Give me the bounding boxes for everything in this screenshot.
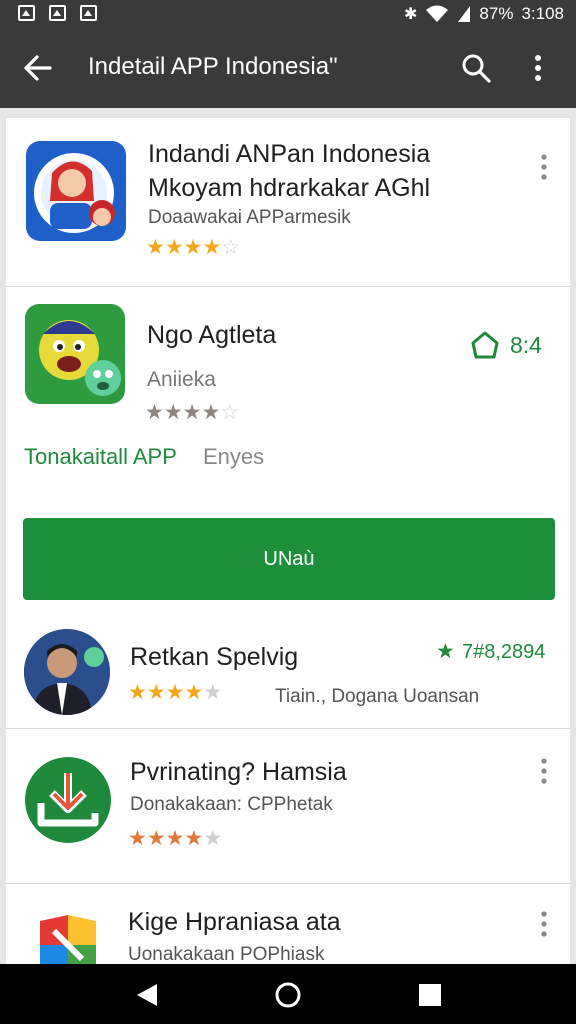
install-button[interactable]: UNaù: [23, 518, 555, 600]
app-title: Pvrinating? Hamsia: [130, 758, 347, 786]
app-title: Kige Hpraniasa ata: [128, 908, 341, 936]
search-icon[interactable]: [460, 52, 492, 84]
divider: [6, 286, 570, 287]
app-developer: Uonakakaan POPhiask: [128, 944, 325, 964]
rating-stars: ★★★★☆: [145, 401, 240, 424]
app-title-line2: Mkoyam hdrarkakar AGhl: [148, 174, 431, 202]
nav-home-icon[interactable]: [274, 981, 302, 1009]
app-meta: Tiain., Dogana Uoansan: [275, 686, 480, 707]
app-icon: [25, 304, 125, 404]
tag-secondary: Enyes: [203, 444, 265, 469]
image-notification-icon: [18, 5, 35, 21]
page-title: Indetail APP Indonesia": [88, 53, 338, 80]
app-icon: [34, 911, 102, 964]
rating-stars: ★★★★☆: [146, 236, 241, 259]
more-vert-icon[interactable]: [526, 52, 550, 84]
status-indicators: ✱ 87% 3:108: [404, 4, 564, 24]
signal-icon: [458, 6, 471, 22]
app-developer: Donakakaan: CPPhetak: [130, 794, 333, 815]
more-vert-icon[interactable]: [534, 909, 554, 939]
app-title: Retkan Spelvig: [130, 643, 299, 671]
app-icon: [26, 141, 126, 241]
rating-stars: ★★★★★: [128, 827, 223, 850]
image-notification-icon: [49, 5, 66, 21]
app-title: Indandi ANPan Indonesia: [148, 140, 431, 168]
clock: 3:108: [521, 4, 564, 23]
app-list: Indandi ANPan Indonesia Mkoyam hdrarkaka…: [0, 108, 576, 964]
navigation-bar: [0, 964, 576, 1024]
nav-back-icon[interactable]: [135, 982, 159, 1008]
app-title: Ngo Agtleta: [147, 321, 277, 349]
download-icon: [25, 757, 111, 843]
nav-recents-icon[interactable]: [419, 984, 441, 1006]
battery-level: 87%: [479, 4, 514, 23]
star-icon: ★: [436, 640, 455, 663]
app-icon: [24, 629, 110, 715]
notification-icons: [18, 5, 97, 21]
wifi-icon: [426, 5, 449, 22]
app-score: 7#8,2894: [462, 641, 546, 663]
image-notification-icon: [80, 5, 97, 21]
badge-value: 8:4: [510, 332, 542, 358]
tag-primary[interactable]: Tonakaitall APP: [24, 444, 177, 470]
divider: [6, 883, 570, 884]
divider: [6, 728, 570, 729]
store-badge-icon: [471, 331, 499, 359]
app-developer: Aniieka: [147, 368, 216, 391]
app-bar: Indetail APP Indonesia": [0, 28, 576, 108]
status-bar: ✱ 87% 3:108: [0, 0, 576, 28]
back-arrow-icon[interactable]: [22, 52, 54, 84]
app-developer: Doaawakai APParmesik: [148, 207, 351, 228]
more-vert-icon[interactable]: [534, 756, 554, 786]
rating-stars: ★★★★★: [128, 681, 223, 704]
more-vert-icon[interactable]: [534, 152, 554, 182]
vibrate-icon: ✱: [404, 6, 418, 23]
